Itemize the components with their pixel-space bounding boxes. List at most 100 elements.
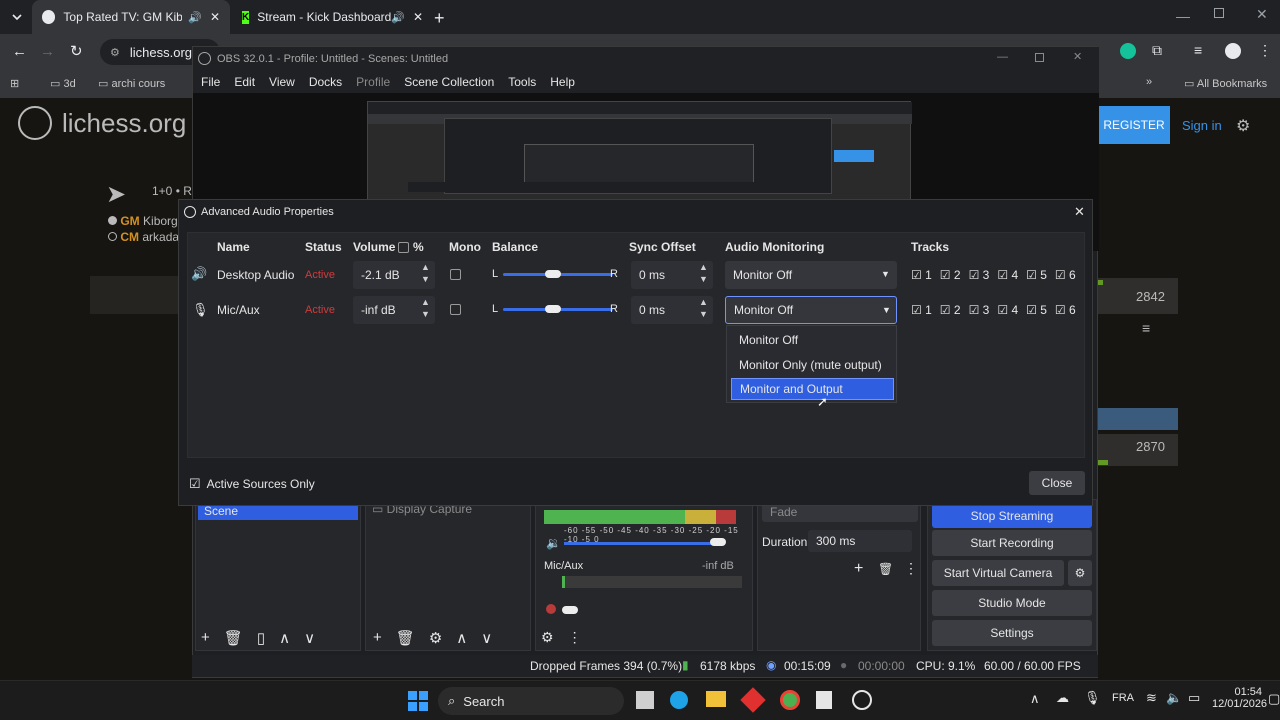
gear-icon[interactable]: ⚙	[429, 629, 442, 647]
down-icon[interactable]: ∨	[481, 629, 492, 647]
desktop-volume-slider[interactable]	[564, 542, 714, 545]
track-checkbox[interactable]: ☑ 3	[969, 303, 990, 317]
maximize-icon[interactable]	[1214, 8, 1224, 18]
all-bookmarks[interactable]: ▭ All Bookmarks	[1184, 77, 1267, 90]
start-recording-button[interactable]: Start Recording	[932, 530, 1092, 556]
track-checkbox[interactable]: ☑ 6	[1055, 268, 1076, 282]
obs-taskbar-icon[interactable]	[852, 690, 872, 710]
task-view-icon[interactable]	[636, 691, 654, 709]
balance-handle[interactable]	[545, 305, 561, 313]
bookmark-3d[interactable]: ▭ 3d	[50, 77, 76, 90]
chrome-icon[interactable]	[780, 690, 800, 710]
clock[interactable]: 01:54 12/01/2026	[1212, 686, 1267, 710]
option-monitor-off[interactable]: Monitor Off	[731, 329, 894, 351]
menu-profile[interactable]: Profile	[356, 75, 390, 89]
close-tab-icon[interactable]: ✕	[210, 10, 220, 24]
reload-icon[interactable]: ↻	[70, 42, 83, 60]
track-checkbox[interactable]: ☑ 4	[997, 268, 1018, 282]
close-dialog-icon[interactable]: ✕	[1074, 204, 1085, 220]
player-row[interactable]: CM arkada	[108, 230, 179, 244]
new-tab-icon[interactable]: +	[434, 8, 445, 29]
volume-spin[interactable]: ▲ ▼	[421, 261, 430, 285]
slider-handle[interactable]	[710, 538, 726, 546]
minimize-icon[interactable]: —	[997, 51, 1008, 63]
menu-icon[interactable]: ⋮	[1258, 42, 1272, 59]
track-checkbox[interactable]: ☑ 4	[997, 303, 1018, 317]
volume-icon[interactable]: 🔈	[1166, 690, 1182, 706]
up-icon[interactable]: ∧	[456, 629, 467, 647]
track-checkbox[interactable]: ☑ 5	[1026, 303, 1047, 317]
balance-handle[interactable]	[545, 270, 561, 278]
filter-icon[interactable]: ▯	[257, 629, 265, 647]
menu-scene-collection[interactable]: Scene Collection	[404, 75, 494, 89]
moves-menu-icon[interactable]: ≡	[1142, 320, 1150, 336]
profile-icon[interactable]	[1225, 43, 1241, 59]
slider-handle[interactable]	[562, 606, 578, 614]
site-info-icon[interactable]: ⚙	[110, 46, 120, 59]
register-button[interactable]: REGISTER	[1098, 106, 1170, 144]
menu-docks[interactable]: Docks	[309, 75, 342, 89]
wifi-icon[interactable]: ≋	[1146, 690, 1157, 706]
monitoring-select[interactable]: Monitor Off ▼	[725, 261, 897, 289]
stop-streaming-button[interactable]: Stop Streaming	[932, 504, 1092, 528]
minimize-icon[interactable]: —	[1176, 8, 1190, 24]
extensions-icon[interactable]: ⧉	[1152, 42, 1162, 59]
duration-field[interactable]: 300 ms	[808, 530, 912, 552]
notifications-icon[interactable]: ▢	[1268, 691, 1280, 707]
trash-icon[interactable]: 🗑	[224, 629, 243, 647]
maximize-icon[interactable]	[1035, 53, 1044, 62]
tab-list-chevron-icon[interactable]	[8, 8, 26, 26]
mono-checkbox[interactable]	[450, 269, 461, 280]
edge-icon[interactable]	[670, 691, 688, 709]
start-virtual-camera-button[interactable]: Start Virtual Camera	[932, 560, 1064, 586]
microphone-icon[interactable]: 🎙	[1084, 690, 1101, 706]
windows-start-icon[interactable]	[408, 691, 428, 711]
show-hidden-icons[interactable]: ∧	[1030, 691, 1040, 707]
track-checkbox[interactable]: ☑ 2	[940, 268, 961, 282]
close-tab-icon[interactable]: ✕	[413, 10, 423, 24]
more-icon[interactable]: ⋮	[904, 560, 918, 577]
option-monitor-and-output[interactable]: Monitor and Output	[731, 378, 894, 400]
more-bookmarks-icon[interactable]: »	[1146, 76, 1152, 88]
speaker-icon[interactable]: 🔉	[546, 536, 561, 550]
taskbar-search[interactable]: ⌕ Search	[438, 687, 624, 715]
tab-kick[interactable]: K Stream - Kick Dashboard 🔊 ✕	[232, 0, 428, 34]
tab-lichess[interactable]: Top Rated TV: GM Kiborg9 🔊 ✕	[32, 0, 230, 34]
back-icon[interactable]: ←	[12, 43, 27, 60]
language-indicator[interactable]: FRA	[1112, 692, 1134, 704]
lichess-logo-icon[interactable]	[18, 106, 52, 140]
track-checkbox[interactable]: ☑ 2	[940, 303, 961, 317]
sign-in-link[interactable]: Sign in	[1182, 118, 1222, 133]
close-window-icon[interactable]: ✕	[1073, 50, 1082, 63]
menu-file[interactable]: File	[201, 75, 220, 89]
active-sources-only-checkbox[interactable]: ☑ Active Sources Only	[189, 476, 315, 492]
down-icon[interactable]: ∨	[304, 629, 315, 647]
sync-spin[interactable]: ▲ ▼	[699, 296, 708, 320]
file-explorer-icon[interactable]	[706, 691, 726, 707]
close-button[interactable]: Close	[1029, 471, 1085, 495]
menu-help[interactable]: Help	[550, 75, 575, 89]
app-icon[interactable]	[740, 687, 766, 713]
monitoring-select-open[interactable]: Monitor Off ▼	[725, 296, 897, 324]
player-row[interactable]: GM Kiborg	[108, 214, 178, 228]
add-icon[interactable]: +	[373, 629, 382, 647]
advanced-audio-icon[interactable]: ⚙	[541, 629, 554, 646]
percent-checkbox[interactable]	[398, 242, 409, 253]
speaker-icon[interactable]: 🔊	[391, 11, 405, 24]
sync-spin[interactable]: ▲ ▼	[699, 261, 708, 285]
apps-icon[interactable]: ⊞	[10, 77, 19, 90]
settings-gear-icon[interactable]: ⚙	[1236, 116, 1250, 136]
add-icon[interactable]: +	[201, 629, 210, 647]
speaker-icon[interactable]: 🔊	[188, 11, 202, 24]
track-checkbox[interactable]: ☑ 6	[1055, 303, 1076, 317]
mono-checkbox[interactable]	[450, 304, 461, 315]
bookmark-archi-cours[interactable]: ▭ archi cours	[98, 77, 165, 90]
more-icon[interactable]: ⋮	[568, 629, 582, 646]
add-icon[interactable]: +	[854, 560, 863, 578]
trash-icon[interactable]: 🗑	[878, 562, 893, 576]
site-logo-text[interactable]: lichess.org	[62, 108, 186, 139]
menu-tools[interactable]: Tools	[508, 75, 536, 89]
option-monitor-only[interactable]: Monitor Only (mute output)	[731, 354, 894, 376]
studio-mode-button[interactable]: Studio Mode	[932, 590, 1092, 616]
trash-icon[interactable]: 🗑	[396, 629, 415, 647]
